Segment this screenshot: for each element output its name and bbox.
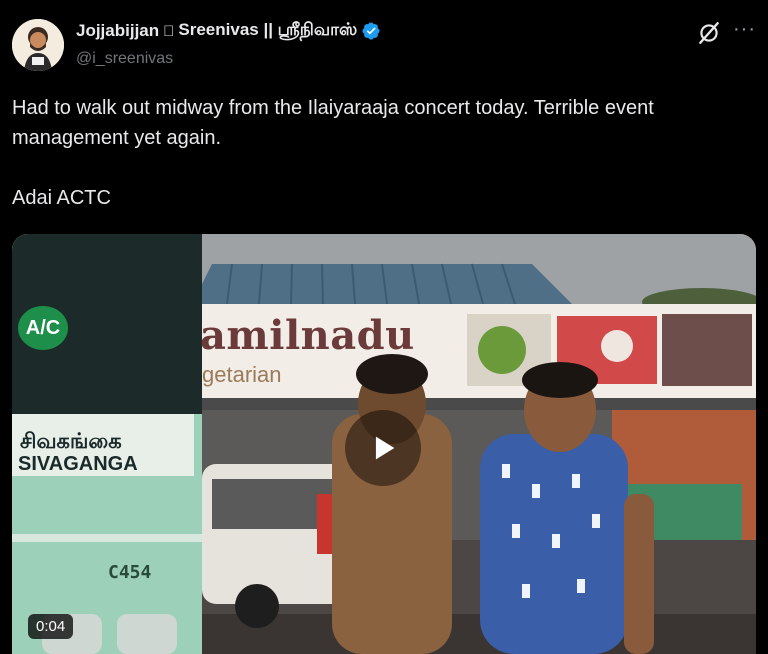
sign-subtext: getarian — [202, 362, 282, 387]
avatar-illustration — [12, 19, 64, 71]
apple-icon:  — [163, 23, 174, 40]
play-icon — [375, 436, 395, 460]
display-name: Jojjabijjan — [76, 21, 160, 40]
video-player[interactable]: A/C amilnadu getarian சிவகங்கை SIVAGANGA… — [12, 234, 756, 654]
sign-text: amilnadu — [200, 312, 415, 359]
bus-destination: SIVAGANGA — [18, 453, 138, 475]
more-icon[interactable]: ··· — [733, 18, 756, 41]
verified-icon — [362, 22, 380, 40]
author-name[interactable]: Jojjabijjan  Sreenivas || ஸ்ரீநிவாஸ் — [76, 20, 381, 42]
avatar[interactable] — [12, 19, 64, 71]
tweet-text: Had to walk out midway from the Ilaiyara… — [12, 97, 654, 209]
play-button[interactable] — [345, 410, 421, 486]
grok-icon[interactable] — [696, 20, 722, 46]
author-handle[interactable]: @i_sreenivas — [76, 50, 173, 68]
video-duration: 0:04 — [28, 614, 74, 639]
bus-ac-badge: A/C — [18, 306, 68, 350]
display-name-2: Sreenivas || ஸ்ரீநிவாஸ் — [167, 20, 357, 39]
bus-number: C454 — [108, 562, 152, 583]
